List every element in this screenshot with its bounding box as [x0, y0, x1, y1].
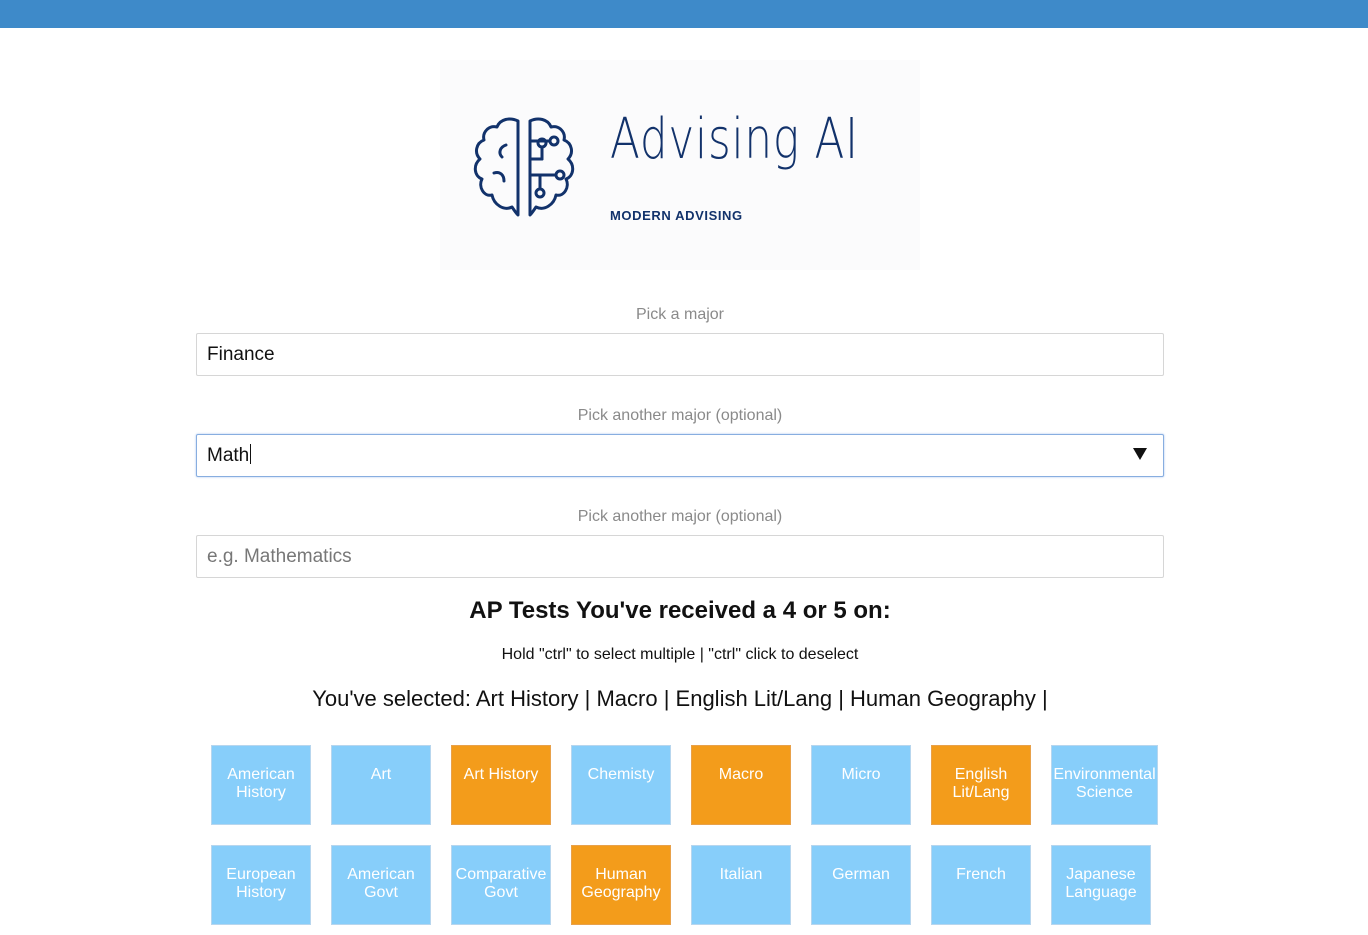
ap-hint: Hold "ctrl" to select multiple | "ctrl" …: [501, 646, 859, 663]
tile-label: Italian: [719, 866, 763, 883]
tile-label: Comparative Govt: [455, 866, 547, 901]
tile-label: English Lit/Lang: [952, 766, 1010, 801]
major-3-placeholder: e.g. Mathematics: [207, 546, 352, 567]
ap-tile-chemistry[interactable]: Chemisty: [571, 745, 671, 825]
ap-tile-german[interactable]: German: [811, 845, 911, 925]
ap-tile-comparative-govt[interactable]: Comparative Govt: [451, 845, 551, 925]
tile-label: Art: [370, 766, 392, 783]
tile-label: Micro: [841, 766, 881, 783]
major-2-value: Math: [207, 445, 250, 466]
logo-subtitle: MODERN ADVISING: [610, 208, 743, 223]
ap-tile-art-history[interactable]: Art History: [451, 745, 551, 825]
ap-tile-micro[interactable]: Micro: [811, 745, 911, 825]
major-3-label: Pick another major (optional): [577, 508, 783, 525]
ap-tile-macro[interactable]: Macro: [691, 745, 791, 825]
ap-tile-american-history[interactable]: American History: [211, 745, 311, 825]
tile-label: Human Geography: [581, 866, 661, 901]
major-2-input[interactable]: Math: [196, 434, 1164, 477]
tile-label: American Govt: [347, 866, 415, 901]
major-1-input[interactable]: Finance: [196, 333, 1164, 376]
ap-heading: AP Tests You've received a 4 or 5 on:: [469, 597, 891, 624]
ap-tile-english-lit-lang[interactable]: English Lit/Lang: [931, 745, 1031, 825]
ap-tile-american-govt[interactable]: American Govt: [331, 845, 431, 925]
ap-tile-european-history[interactable]: European History: [211, 845, 311, 925]
ap-tile-human-geography[interactable]: Human Geography: [571, 845, 671, 925]
ap-tile-french[interactable]: French: [931, 845, 1031, 925]
major-2-label: Pick another major (optional): [577, 407, 783, 424]
top-bar: [0, 0, 1368, 28]
major-1-label: Pick a major: [635, 306, 725, 323]
tile-label: European History: [226, 866, 296, 901]
tile-label: Art History: [463, 766, 539, 783]
ap-tile-italian[interactable]: Italian: [691, 845, 791, 925]
logo-title: Advising AI: [610, 107, 859, 172]
ap-tile-art[interactable]: Art: [331, 745, 431, 825]
ap-selected-summary: You've selected: Art History | Macro | E…: [312, 686, 1048, 711]
major-1-value: Finance: [207, 344, 275, 365]
dropdown-arrow-icon[interactable]: [1133, 448, 1147, 460]
tile-label: American History: [227, 766, 295, 801]
ap-tile-environmental-science[interactable]: Environmental Science: [1051, 745, 1158, 825]
major-3-input[interactable]: e.g. Mathematics: [196, 535, 1164, 578]
tile-label: German: [832, 866, 890, 883]
tile-label: French: [956, 866, 1006, 883]
tile-label: Japanese Language: [1065, 866, 1137, 901]
text-caret: [250, 444, 252, 464]
tile-label: Environmental Science: [1053, 766, 1156, 801]
ap-tile-japanese-language[interactable]: Japanese Language: [1051, 845, 1151, 925]
tile-label: Macro: [718, 766, 764, 783]
brain-circuit-icon: [473, 117, 575, 217]
tile-label: Chemisty: [587, 766, 655, 783]
logo: Advising AI MODERN ADVISING: [440, 60, 920, 270]
